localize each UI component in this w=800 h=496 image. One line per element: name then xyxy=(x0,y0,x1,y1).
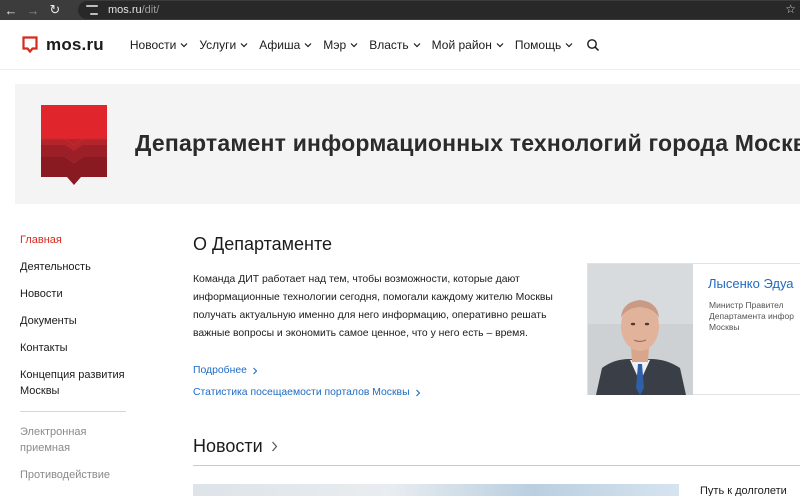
chevron-down-icon xyxy=(240,42,248,47)
chevron-down-icon xyxy=(496,42,504,47)
chevron-right-icon xyxy=(415,389,420,396)
forward-icon[interactable]: → xyxy=(22,0,44,20)
main-menu: Новости Услуги Афиша Мэр Власть Мой райо… xyxy=(130,38,600,52)
news-divider xyxy=(193,465,800,466)
menu-item-label: Афиша xyxy=(259,37,301,52)
more-link-label: Подробнее xyxy=(193,365,247,376)
menu-item-label: Новости xyxy=(129,37,177,52)
search-icon[interactable] xyxy=(586,38,600,52)
chevron-down-icon xyxy=(180,42,188,47)
section-sidebar: Главная Деятельность Новости Документы К… xyxy=(20,232,130,494)
department-emblem-icon xyxy=(41,105,107,185)
menu-item-label: Мэр xyxy=(323,37,347,52)
stats-link-label: Статистика посещаемости порталов Москвы xyxy=(193,387,410,398)
minister-card[interactable]: Лысенко Эдуа Министр Правител Департамен… xyxy=(587,263,800,395)
minister-role-line: Департамента инфор xyxy=(709,311,794,321)
site-logo[interactable]: mos.ru xyxy=(22,35,104,55)
about-title: О Департаменте xyxy=(193,234,333,254)
logo-mark-icon xyxy=(22,35,38,53)
minister-photo xyxy=(588,264,693,395)
sidebar-item-e-reception[interactable]: Электронная приемная xyxy=(20,424,100,456)
chevron-right-icon xyxy=(271,441,277,452)
url-path: /dit/ xyxy=(141,4,160,16)
menu-item-services[interactable]: Услуги xyxy=(199,38,248,52)
sidebar-item-contacts[interactable]: Контакты xyxy=(20,340,130,356)
sidebar-item-concept[interactable]: Концепция развития Москвы xyxy=(20,367,130,399)
sidebar-item-documents[interactable]: Документы xyxy=(20,313,130,329)
menu-item-label: Власть xyxy=(369,37,409,52)
menu-item-help[interactable]: Помощь xyxy=(515,38,573,52)
minister-role-line: Москвы xyxy=(709,322,740,332)
minister-name[interactable]: Лысенко Эдуа xyxy=(708,276,794,291)
sidebar-divider xyxy=(20,411,126,412)
menu-item-label: Услуги xyxy=(199,37,237,52)
sidebar-item-news[interactable]: Новости xyxy=(20,286,130,302)
back-icon[interactable]: ← xyxy=(0,0,22,20)
department-title: Департамент информационных технологий го… xyxy=(135,130,800,156)
address-bar[interactable]: mos.ru/dit/ ☆ xyxy=(78,1,800,19)
department-banner: Департамент информационных технологий го… xyxy=(15,84,800,204)
minister-role-line: Министр Правител xyxy=(709,300,784,310)
more-link[interactable]: Подробнее xyxy=(193,365,258,376)
sidebar-item-counteraction[interactable]: Противодействие xyxy=(20,467,130,483)
news-title-label: Новости xyxy=(193,436,263,456)
minister-role: Министр Правител Департамента инфор Моск… xyxy=(709,300,800,333)
chevron-down-icon xyxy=(413,42,421,47)
sidebar-item-home[interactable]: Главная xyxy=(20,232,130,248)
chevron-down-icon xyxy=(350,42,358,47)
browser-toolbar: ← → ↻ mos.ru/dit/ ☆ xyxy=(0,0,800,20)
chevron-right-icon xyxy=(253,367,258,374)
menu-item-my-district[interactable]: Мой район xyxy=(432,38,504,52)
chevron-down-icon xyxy=(304,42,312,47)
chevron-down-icon xyxy=(565,42,573,47)
site-info-icon[interactable] xyxy=(86,5,98,15)
reload-icon[interactable]: ↻ xyxy=(44,0,66,20)
menu-item-afisha[interactable]: Афиша xyxy=(259,38,312,52)
menu-item-label: Помощь xyxy=(514,37,562,52)
bookmark-star-icon[interactable]: ☆ xyxy=(785,2,796,16)
menu-item-label: Мой район xyxy=(431,37,492,52)
logo-text: mos.ru xyxy=(46,34,104,54)
news-section-title[interactable]: Новости xyxy=(193,436,278,457)
about-text: Команда ДИТ работает над тем, чтобы возм… xyxy=(193,274,553,339)
menu-item-authority[interactable]: Власть xyxy=(369,37,421,52)
sidebar-item-activity[interactable]: Деятельность xyxy=(20,259,130,275)
url-host: mos.ru xyxy=(108,4,142,16)
news-item-title[interactable]: Путь к долголети xyxy=(700,485,787,496)
news-image[interactable] xyxy=(193,484,679,496)
stats-link[interactable]: Статистика посещаемости порталов Москвы xyxy=(193,387,421,398)
menu-item-news[interactable]: Новости xyxy=(130,38,188,52)
menu-item-mayor[interactable]: Мэр xyxy=(323,38,358,52)
site-header: mos.ru Новости Услуги Афиша Мэр Власть М… xyxy=(0,20,800,70)
